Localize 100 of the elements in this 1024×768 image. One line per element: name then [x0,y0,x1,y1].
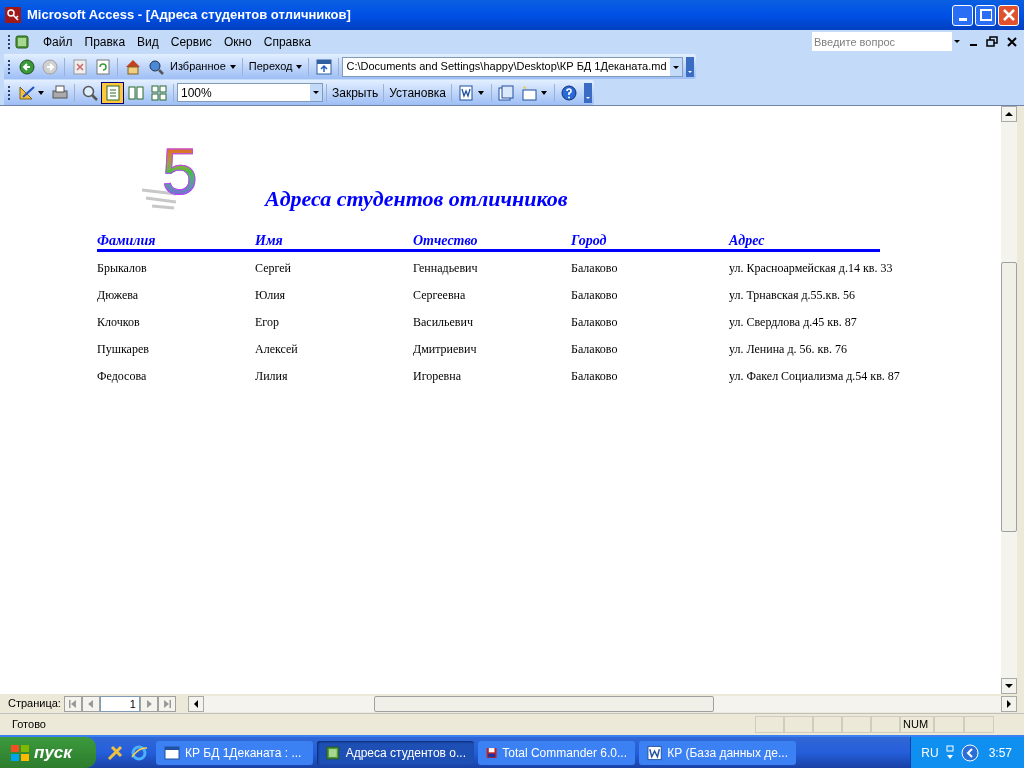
clock: 3:57 [988,744,1012,762]
favorites-button[interactable]: Избранное [167,56,239,77]
taskbar-button[interactable]: КР БД 1Деканата : ... [156,740,313,765]
first-page-button[interactable] [63,695,82,712]
horizontal-scrollbar[interactable] [187,695,1017,712]
page-number-field[interactable]: 1 [99,695,140,712]
one-page-button[interactable] [101,81,124,104]
toolbar-options-icon[interactable] [685,56,694,77]
taskbar-button[interactable]: Total Commander 6.0... [478,740,635,765]
caret-icon[interactable] [477,90,484,95]
multiple-pages-icon [150,84,167,101]
first-page-icon [67,699,78,708]
scrollbar-thumb[interactable] [373,695,714,712]
restore-icon[interactable] [986,35,998,48]
menu-item[interactable]: Справка [257,31,317,52]
network-icon[interactable] [944,744,955,761]
status-panel [784,716,813,733]
word-icon [458,84,475,101]
database-window-icon [498,84,515,101]
help-icon [561,84,578,101]
previous-page-button[interactable] [81,695,100,712]
caret-icon [229,64,236,69]
address-field[interactable]: C:\Documents and Settings\happy\Desktop\КР БД 1Деканата.md [342,56,683,77]
back-icon [18,58,35,75]
table-cell-text: Васильевич [413,313,474,331]
close-icon[interactable] [1006,35,1018,48]
zoom-field[interactable]: 100% [177,83,323,102]
column-header: Имя [255,233,284,249]
taskbar-button[interactable]: КР (База данных де... [639,740,796,765]
print-icon [51,84,68,101]
status-panel [871,716,900,733]
one-page-icon [104,84,121,101]
close-icon [1002,9,1015,21]
table-cell-text: Клочков [97,313,141,331]
menu-item[interactable]: Вид [131,31,165,52]
design-view-icon [17,84,36,101]
document-icon [647,744,663,761]
maximize-button[interactable] [975,4,996,26]
table-cell-text: Балаково [571,367,619,385]
status-panel [842,716,871,733]
report-icon [325,744,341,761]
menu-item[interactable]: Файл [37,31,79,52]
database-icon [15,34,29,49]
menu-item[interactable]: Окно [217,31,258,52]
caret-icon[interactable] [540,90,547,95]
two-pages-icon [127,84,144,101]
go-button[interactable]: Переход [245,56,306,77]
table-cell-text: Дюжева [97,286,140,304]
last-page-button[interactable] [157,695,176,712]
caret-icon[interactable] [38,90,44,95]
table-cell-text: ул. Трнавская д.55.кв. 56 [729,286,856,304]
column-header: Отчество [413,233,479,249]
table-cell-text: Егор [255,313,280,331]
menu-item[interactable]: Правка [78,31,132,52]
window-title: Microsoft Access - [Адреса студентов отличников] [27,6,351,25]
minimize-icon [958,17,967,21]
taskbar-button[interactable]: Адреса студентов о... [317,740,474,765]
table-cell-text: Балаково [571,340,619,358]
table-cell-text: Юлия [255,286,287,304]
close-button[interactable] [998,4,1019,26]
toolbar-options-icon[interactable] [583,82,592,103]
status-panel [964,716,994,733]
close-preview-button[interactable]: Закрыть [330,82,381,103]
show-web-toolbar-icon [315,58,332,75]
caret-icon [296,64,303,69]
table-cell-text: Пушкарев [97,340,150,358]
zoom-icon [81,84,98,101]
internet-explorer-icon[interactable] [130,743,148,762]
table-cell-text: Балаково [571,259,619,277]
menu-item[interactable]: Сервис [164,31,218,52]
status-text: Готово [12,717,47,733]
start-button[interactable]: пуск [0,737,96,768]
minimize-button[interactable] [952,4,973,26]
vertical-scrollbar[interactable] [1001,106,1017,694]
table-cell-text: Дмитриевич [413,340,478,358]
refresh-icon [95,58,110,75]
column-header: Фамилия [97,233,157,249]
table-cell-text: ул. Красноармейская д.14 кв. 33 [729,259,893,277]
table-cell-text: Геннадьевич [413,259,479,277]
table-cell-text: Алексей [255,340,299,358]
stop-icon [72,58,87,75]
status-panel [813,716,842,733]
collapse-tray-icon[interactable] [960,743,979,762]
page-setup-button[interactable]: Установка [387,82,448,103]
forward-icon [41,58,58,75]
page-label: Страница: [8,696,61,712]
home-icon [124,58,141,75]
table-cell-text: ул. Ленина д. 56. кв. 76 [729,340,848,358]
table-cell-text: Лилия [255,367,289,385]
table-cell-text: Сергей [255,259,292,277]
help-search-field[interactable]: Введите вопрос [812,32,952,51]
next-page-button[interactable] [139,695,158,712]
key-icon [5,7,21,23]
report-title: Адреса студентов отличников [265,185,568,213]
num-lock-indicator: NUM [900,716,934,733]
table-cell-text: Сергеевна [413,286,467,304]
maximize-icon [979,9,992,21]
table-cell-text: Брыкалов [97,259,148,277]
table-cell-text: Балаково [571,286,619,304]
scrollbar-thumb[interactable] [1001,262,1017,532]
